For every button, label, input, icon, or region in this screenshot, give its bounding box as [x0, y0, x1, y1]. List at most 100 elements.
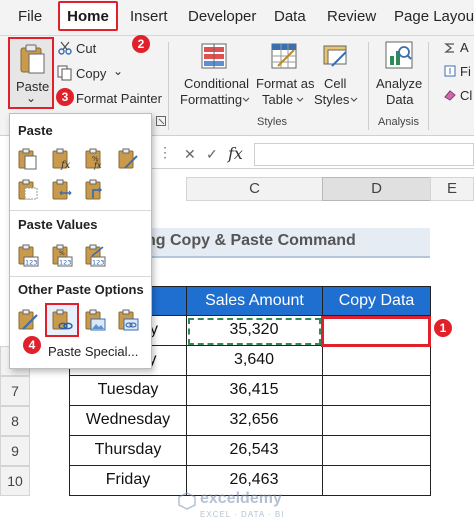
paste-icon[interactable] [16, 147, 40, 171]
menu-file[interactable]: File [18, 8, 42, 25]
menu-page-layout[interactable]: Page Layout [394, 8, 474, 25]
clear-button[interactable]: Cl [460, 88, 472, 103]
step-badge-1: 1 [434, 319, 452, 337]
keep-column-widths-icon[interactable] [50, 178, 74, 202]
paste-link-button[interactable] [45, 303, 79, 337]
copy-dropdown-chevron-icon[interactable]: ⌄ [113, 64, 123, 78]
cell-styles-label-1[interactable]: Cell [324, 76, 346, 91]
menu-bar: File Home Insert Developer Data Review P… [0, 0, 474, 36]
menu-divider [10, 276, 151, 277]
chevron-down-icon [242, 97, 250, 102]
menu-insert[interactable]: Insert [130, 8, 168, 25]
sales-amount-cell[interactable]: 26,543 [186, 436, 323, 466]
menu-review[interactable]: Review [327, 8, 376, 25]
menu-developer[interactable]: Developer [188, 8, 256, 25]
format-as-table-label-2[interactable]: Table [262, 92, 293, 107]
paste-button[interactable]: Paste ⌄ [8, 37, 54, 109]
day-cell[interactable]: Thursday [70, 436, 187, 466]
paste-formatting-icon[interactable] [16, 308, 40, 332]
paste-values-number-format-icon[interactable]: % 123 [50, 243, 74, 267]
sum-icon [444, 43, 454, 53]
copy-marquee [188, 318, 321, 345]
more-options-icon: ⋮ [158, 144, 172, 160]
paste-special-item[interactable]: Paste Special... [48, 344, 138, 359]
paste-picture-icon[interactable] [83, 308, 107, 332]
paste-no-borders-icon[interactable] [16, 178, 40, 202]
transpose-icon[interactable] [83, 178, 107, 202]
tab-home[interactable]: Home [58, 1, 118, 31]
cut-button[interactable]: Cut [76, 41, 96, 56]
menu-divider [10, 210, 151, 211]
svg-text:123: 123 [25, 259, 37, 267]
svg-text:fx: fx [60, 160, 71, 171]
paste-link-icon [52, 309, 73, 330]
column-header-d[interactable]: D [322, 177, 431, 201]
step-badge-4: 4 [23, 336, 41, 354]
group-separator [428, 42, 429, 130]
formula-input[interactable] [254, 143, 474, 166]
chevron-down-icon [350, 97, 358, 102]
sales-amount-cell[interactable]: 32,656 [186, 406, 323, 436]
step-badge-3: 3 [56, 88, 74, 106]
dialog-launcher-icon[interactable] [156, 116, 166, 126]
insert-function-icon[interactable]: fx [228, 144, 243, 163]
copy-data-cell[interactable] [322, 436, 431, 466]
header-cell-copy-data: Copy Data [322, 286, 431, 316]
conditional-formatting-label-1[interactable]: Conditional [184, 76, 249, 91]
copy-data-cell[interactable] [322, 346, 431, 376]
linked-picture-icon[interactable] [116, 308, 140, 332]
keep-source-formatting-icon[interactable] [116, 147, 140, 171]
format-painter-button[interactable]: Format Painter [76, 91, 162, 106]
scissors-icon [58, 41, 72, 55]
paste-values-icon[interactable]: 123 [16, 243, 40, 267]
cell-styles-label-2[interactable]: Styles [314, 92, 349, 107]
paste-formulas-number-format-icon[interactable]: %fx [83, 147, 107, 171]
copy-button[interactable]: Copy [76, 66, 106, 81]
watermark: exceldemy EXCEL · DATA · BI [178, 490, 338, 524]
paste-heading: Paste [18, 123, 53, 138]
autosum-button[interactable]: A [460, 40, 469, 55]
conditional-formatting-label-2[interactable]: Formatting [180, 92, 242, 107]
copy-data-cell[interactable] [322, 406, 431, 436]
group-separator [168, 42, 169, 130]
header-cell-sales-amount: Sales Amount [186, 286, 323, 316]
day-cell[interactable]: Wednesday [70, 406, 187, 436]
svg-text:fx: fx [93, 161, 102, 170]
fill-icon [444, 65, 456, 77]
formula-bar: ⋮ ✕ ✓ fx [150, 141, 474, 169]
enter-icon[interactable]: ✓ [206, 146, 218, 163]
watermark-tagline: EXCEL · DATA · BI [200, 510, 285, 519]
chevron-down-icon [296, 97, 304, 102]
row-header-9[interactable]: 9 [0, 436, 30, 466]
day-cell[interactable]: Friday [70, 466, 187, 496]
analysis-group-label: Analysis [378, 116, 419, 128]
analyze-data-icon [385, 41, 413, 69]
other-paste-options-heading: Other Paste Options [18, 282, 144, 297]
styles-group-label: Styles [257, 116, 287, 128]
row-header-10[interactable]: 10 [0, 466, 30, 496]
sales-amount-cell[interactable]: 3,640 [186, 346, 323, 376]
fill-button[interactable]: Fi [460, 64, 471, 79]
analyze-data-label-2[interactable]: Data [386, 92, 413, 107]
copy-data-cell[interactable] [322, 376, 431, 406]
cancel-icon[interactable]: ✕ [184, 146, 196, 163]
sales-amount-cell[interactable]: 36,415 [186, 376, 323, 406]
paste-formulas-icon[interactable]: fx [50, 147, 74, 171]
step-badge-2: 2 [132, 35, 150, 53]
exceldemy-logo-icon [178, 492, 196, 510]
conditional-formatting-icon [201, 43, 227, 69]
copy-data-cell[interactable] [322, 466, 431, 496]
row-header-8[interactable]: 8 [0, 406, 30, 436]
row-header-7[interactable]: 7 [0, 376, 30, 406]
menu-data[interactable]: Data [274, 8, 306, 25]
day-cell[interactable]: Tuesday [70, 376, 187, 406]
paste-values-source-formatting-icon[interactable]: 123 [83, 243, 107, 267]
column-header-e[interactable]: E [430, 177, 474, 201]
format-as-table-icon [271, 43, 297, 69]
svg-text:%: % [59, 250, 65, 257]
cell-styles-icon [323, 45, 347, 67]
format-as-table-label-1[interactable]: Format as [256, 76, 315, 91]
column-header-c[interactable]: C [186, 177, 323, 201]
group-separator [368, 42, 369, 130]
analyze-data-label-1[interactable]: Analyze [376, 76, 422, 91]
